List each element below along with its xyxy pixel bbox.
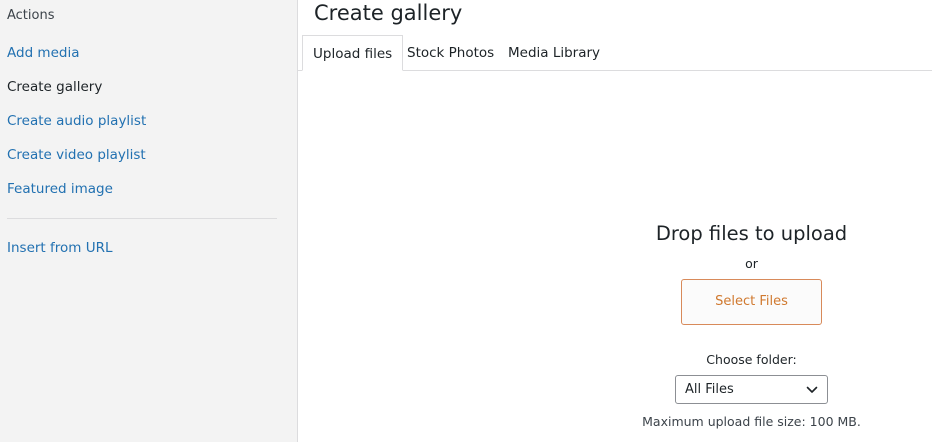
media-sidebar: Actions Add media Create gallery Create … [0,0,298,442]
or-separator: or [745,256,758,271]
drop-zone-title: Drop files to upload [655,222,848,245]
media-modal: Actions Add media Create gallery Create … [0,0,932,442]
select-files-button[interactable]: Select Files [681,279,822,325]
choose-folder-label: Choose folder: [706,352,797,367]
page-title: Create gallery [314,1,463,25]
sidebar-item-add-media[interactable]: Add media [7,45,79,61]
max-upload-size-note: Maximum upload file size: 100 MB. [642,414,861,429]
sidebar-item-create-audio-playlist[interactable]: Create audio playlist [7,113,146,129]
sidebar-item-insert-from-url[interactable]: Insert from URL [7,240,113,256]
tab-media-library[interactable]: Media Library [508,35,600,71]
sidebar-item-create-gallery[interactable]: Create gallery [7,79,102,95]
sidebar-item-create-video-playlist[interactable]: Create video playlist [7,147,146,163]
chevron-down-icon [806,386,818,393]
sidebar-heading: Actions [7,8,55,23]
folder-select[interactable]: All Files [675,375,828,404]
tab-upload-files[interactable]: Upload files [302,35,404,71]
sidebar-divider [7,218,277,219]
sidebar-item-featured-image[interactable]: Featured image [7,181,113,197]
tab-stock-photos[interactable]: Stock Photos [407,35,494,71]
folder-select-value: All Files [685,382,734,397]
